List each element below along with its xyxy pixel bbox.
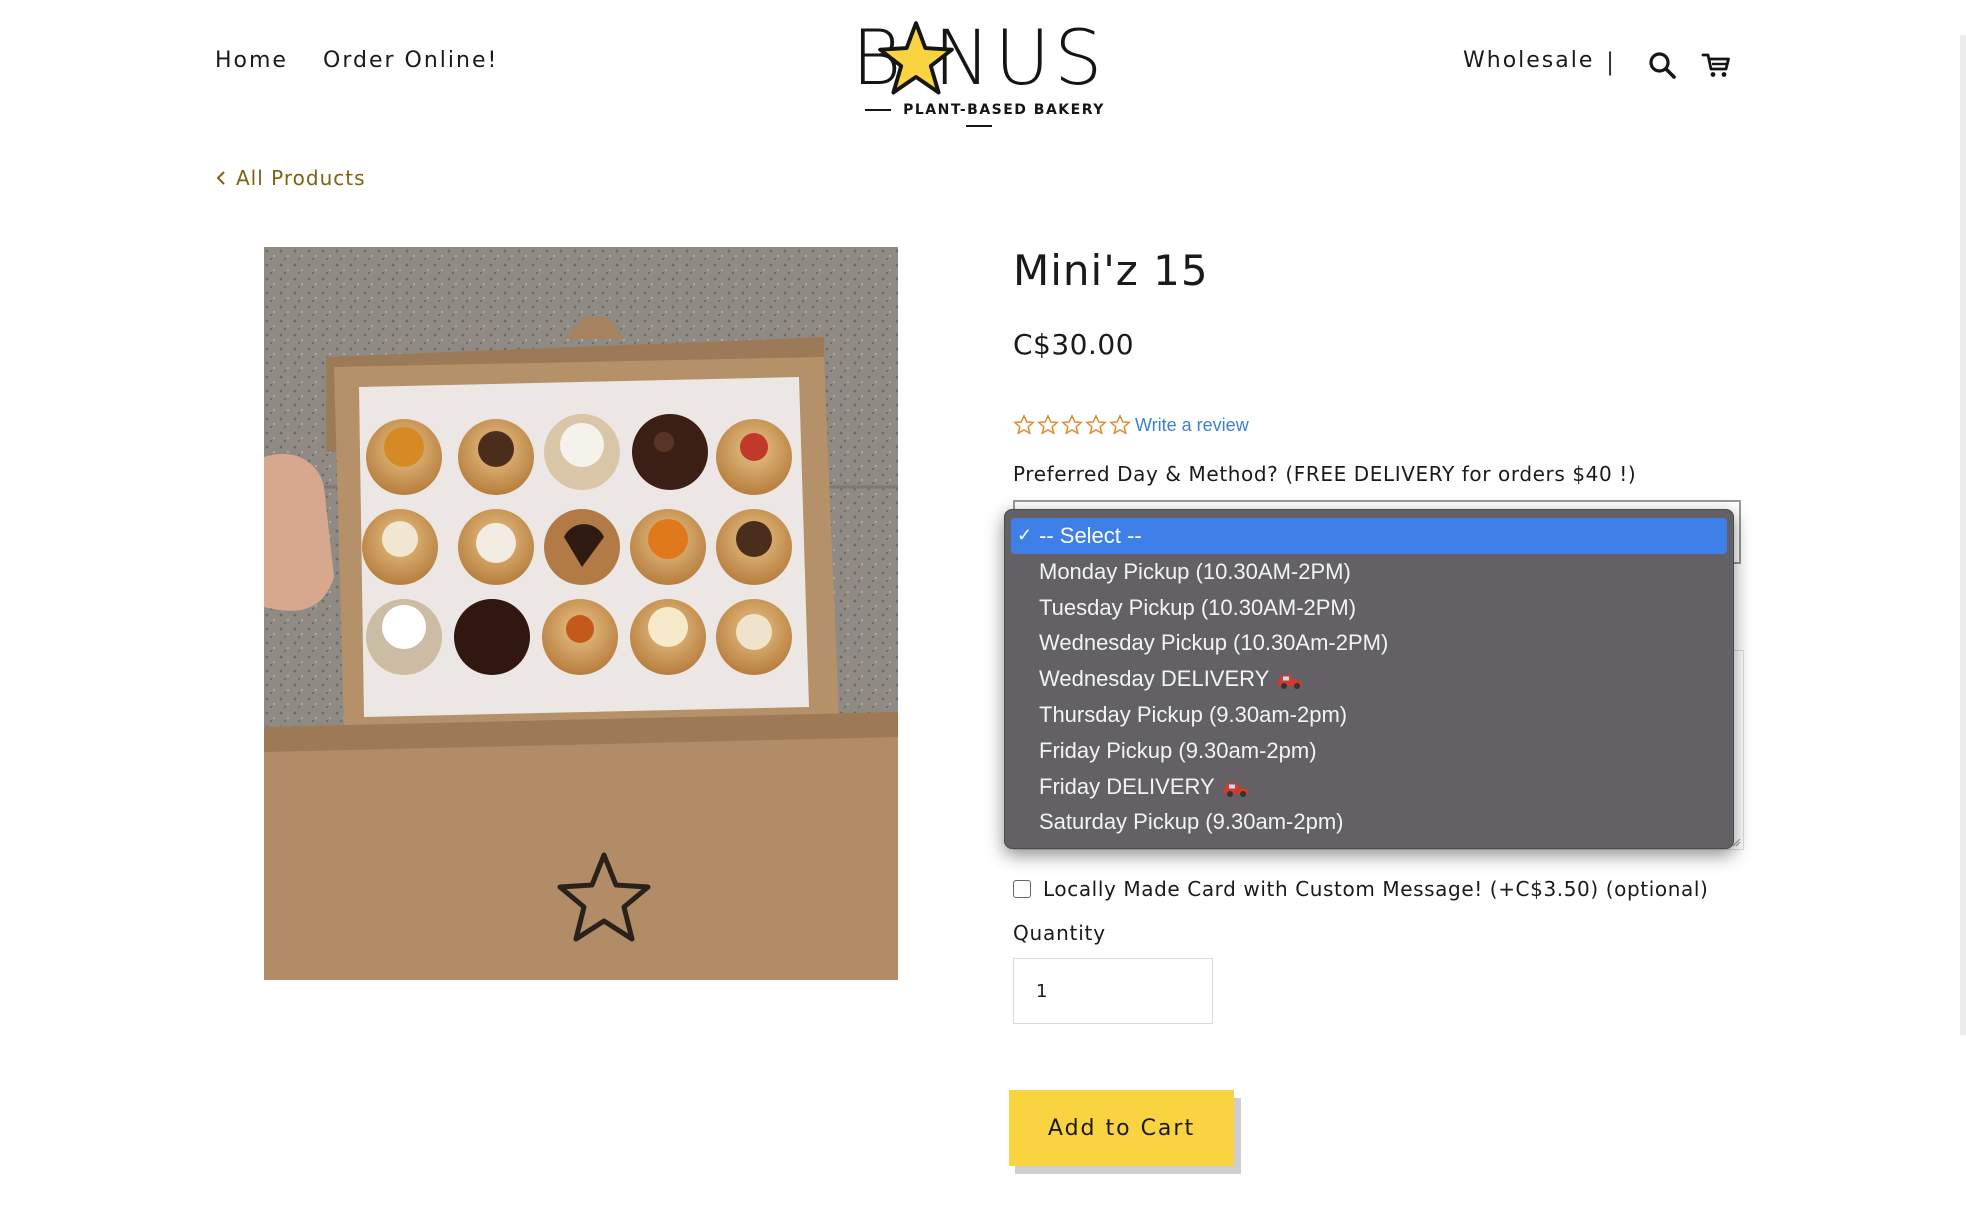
- dropdown-option[interactable]: Saturday Pickup (9.30am-2pm): [1011, 804, 1727, 840]
- rating-stars: Write a review: [1013, 414, 1249, 436]
- logo-star-icon: [878, 21, 954, 95]
- search-icon[interactable]: [1647, 50, 1677, 80]
- dropdown-option-label: -- Select --: [1039, 523, 1142, 548]
- star-outline-icon[interactable]: [1061, 414, 1083, 436]
- product-title: Mini'z 15: [1013, 246, 1209, 295]
- page-scrollbar[interactable]: [1960, 35, 1966, 1035]
- star-outline-icon[interactable]: [1037, 414, 1059, 436]
- write-review-link[interactable]: Write a review: [1135, 415, 1249, 436]
- cart-icon[interactable]: [1701, 50, 1731, 80]
- dropdown-option-label: Wednesday DELIVERY: [1039, 666, 1270, 692]
- custom-card-option[interactable]: Locally Made Card with Custom Message! (…: [1013, 877, 1708, 901]
- car-icon: [1223, 782, 1248, 797]
- dropdown-option-label: Thursday Pickup (9.30am-2pm): [1039, 701, 1348, 727]
- dropdown-option-label: Saturday Pickup (9.30am-2pm): [1039, 809, 1344, 835]
- logo-subtitle: PLANT-BASED BAKERY: [838, 102, 1120, 134]
- product-photo-illustration: [264, 247, 898, 980]
- nav-home-link[interactable]: Home: [215, 48, 288, 73]
- nav-order-online-link[interactable]: Order Online!: [323, 48, 498, 73]
- custom-card-checkbox[interactable]: [1013, 880, 1031, 898]
- dropdown-option[interactable]: ✓ -- Select --: [1011, 518, 1727, 554]
- product-price: C$30.00: [1013, 328, 1135, 361]
- add-to-cart-button[interactable]: Add to Cart: [1009, 1090, 1234, 1166]
- dropdown-option[interactable]: Friday Pickup (9.30am-2pm): [1011, 733, 1727, 769]
- dropdown-option-label: Friday Pickup (9.30am-2pm): [1039, 737, 1317, 763]
- product-photo[interactable]: [264, 247, 898, 980]
- car-icon: [1278, 675, 1303, 690]
- star-outline-icon[interactable]: [1013, 414, 1035, 436]
- dropdown-option-label: Monday Pickup (10.30AM-2PM): [1039, 558, 1351, 584]
- dropdown-option[interactable]: Wednesday DELIVERY: [1011, 661, 1727, 697]
- back-to-all-products-link[interactable]: All Products: [216, 166, 366, 190]
- nav-divider: |: [1606, 48, 1615, 76]
- dropdown-option[interactable]: Monday Pickup (10.30AM-2PM): [1011, 554, 1727, 590]
- dropdown-option[interactable]: Thursday Pickup (9.30am-2pm): [1011, 697, 1727, 733]
- dropdown-option[interactable]: Wednesday Pickup (10.30Am-2PM): [1011, 625, 1727, 661]
- custom-card-label: Locally Made Card with Custom Message! (…: [1043, 877, 1709, 901]
- dropdown-option-label: Tuesday Pickup (10.30AM-2PM): [1039, 594, 1357, 620]
- back-link-label: All Products: [236, 166, 366, 190]
- nav-wholesale-link[interactable]: Wholesale: [1463, 48, 1594, 73]
- quantity-label: Quantity: [1013, 921, 1106, 945]
- dropdown-option[interactable]: Tuesday Pickup (10.30AM-2PM): [1011, 590, 1727, 626]
- star-outline-icon[interactable]: [1109, 414, 1131, 436]
- preferred-day-dropdown-menu[interactable]: ✓ -- Select -- Monday Pickup (10.30AM-2PM)…: [1004, 509, 1734, 849]
- site-logo[interactable]: B NUS PLANT-BASED BAKERY: [838, 18, 1120, 119]
- chevron-left-icon: [216, 171, 225, 185]
- dropdown-option[interactable]: Friday DELIVERY: [1011, 769, 1727, 805]
- dropdown-option-label: Friday DELIVERY: [1039, 773, 1215, 799]
- quantity-input[interactable]: [1013, 958, 1213, 1024]
- preferred-day-label: Preferred Day & Method? (FREE DELIVERY f…: [1013, 462, 1637, 486]
- star-outline-icon[interactable]: [1085, 414, 1107, 436]
- dropdown-option-label: Wednesday Pickup (10.30Am-2PM): [1039, 630, 1389, 656]
- checkmark-icon: ✓: [1017, 525, 1033, 545]
